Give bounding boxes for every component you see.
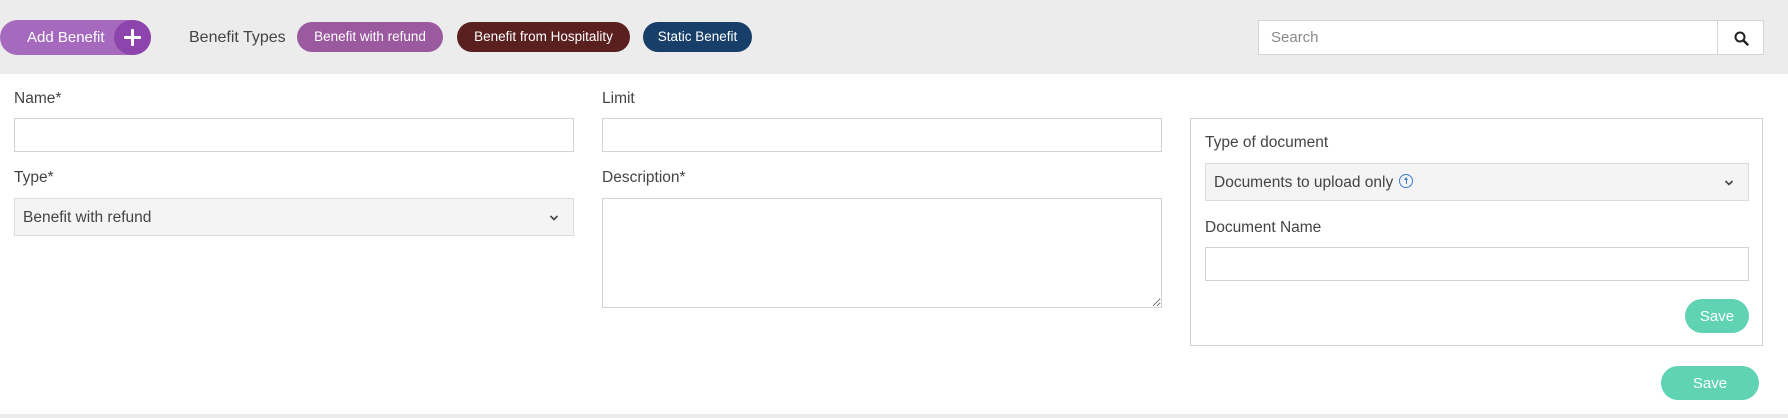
name-label: Name* <box>14 90 62 107</box>
benefit-type-static-pill[interactable]: Static Benefit <box>643 22 752 52</box>
plus-icon <box>114 20 151 55</box>
limit-label: Limit <box>602 90 635 107</box>
document-save-button[interactable]: Save <box>1685 299 1749 333</box>
description-field[interactable] <box>602 198 1162 308</box>
document-type-label: Type of document <box>1205 134 1329 151</box>
benefit-type-hospitality-pill[interactable]: Benefit from Hospitality <box>457 22 630 52</box>
limit-field[interactable] <box>602 118 1162 152</box>
document-name-label: Document Name <box>1205 219 1322 236</box>
name-field[interactable] <box>14 118 574 152</box>
document-type-value: Documents to upload only <box>1214 174 1394 191</box>
document-type-value-wrap: Documents to upload only <box>1214 164 1414 202</box>
toolbar: Add Benefit Benefit Types Benefit with r… <box>0 0 1788 74</box>
document-name-field[interactable] <box>1205 247 1749 281</box>
benefit-type-refund-pill[interactable]: Benefit with refund <box>297 22 443 52</box>
search-button[interactable] <box>1717 20 1764 55</box>
search-input[interactable] <box>1258 20 1718 55</box>
chevron-down-icon <box>1724 180 1734 186</box>
document-type-select[interactable]: Documents to upload only <box>1205 163 1749 201</box>
benefit-form-panel: Name* Limit Type* Benefit with refund De… <box>0 74 1788 414</box>
document-box: Type of document Documents to upload onl… <box>1190 118 1763 346</box>
type-label: Type* <box>14 169 54 186</box>
add-benefit-button[interactable]: Add Benefit <box>0 20 151 55</box>
type-select-value: Benefit with refund <box>23 209 152 226</box>
description-label: Description* <box>602 169 686 186</box>
add-benefit-label: Add Benefit <box>27 29 105 46</box>
chevron-down-icon <box>549 215 559 221</box>
upload-info-icon[interactable] <box>1399 174 1414 188</box>
save-button[interactable]: Save <box>1661 366 1759 400</box>
benefit-types-label: Benefit Types <box>189 29 286 46</box>
search-icon <box>1734 31 1749 46</box>
type-select[interactable]: Benefit with refund <box>14 198 574 236</box>
